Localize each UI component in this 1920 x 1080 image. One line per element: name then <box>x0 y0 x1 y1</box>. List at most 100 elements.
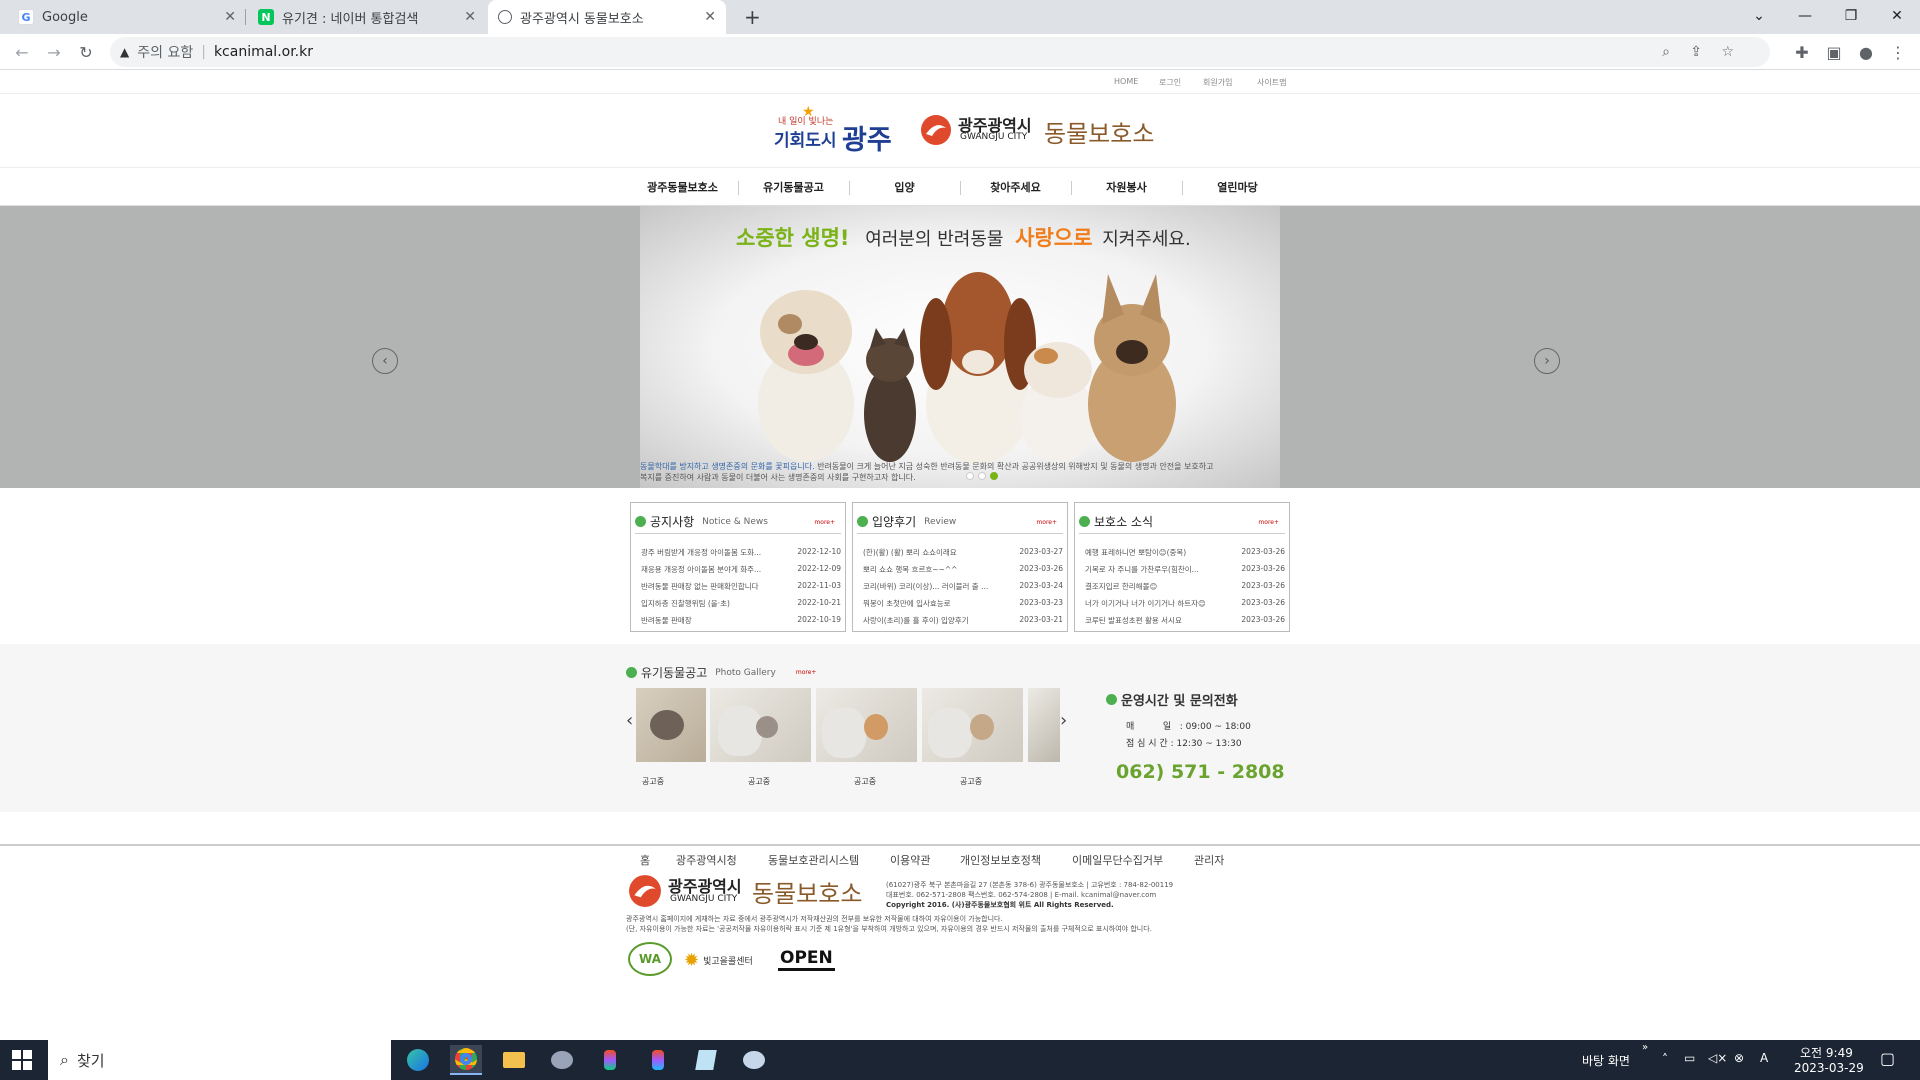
nav-open-board[interactable]: 열린마당 <box>1182 179 1293 195</box>
nav-shelter[interactable]: 광주동물보호소 <box>627 179 738 195</box>
desktop-label[interactable]: 바탕 화면 <box>1582 1052 1630 1069</box>
gwangju-city-logo[interactable]: ★ 내 일이 빛나는 기회도시 광주 <box>770 104 900 156</box>
ime-icon[interactable]: A <box>1760 1051 1768 1065</box>
list-item[interactable]: 결조지입르 한리해볼😊 2023-03-26 <box>1085 581 1285 598</box>
hero-next-button[interactable]: › <box>1534 348 1560 374</box>
taskbar-search[interactable]: ⌕ 찾기 <box>48 1040 391 1080</box>
close-tab-icon[interactable]: ✕ <box>224 9 236 25</box>
more-link[interactable]: more+ <box>796 669 817 676</box>
chrome-icon[interactable] <box>450 1045 482 1075</box>
footer-link-terms[interactable]: 이용약관 <box>890 852 930 868</box>
hero-prev-button[interactable]: ‹ <box>372 348 398 374</box>
list-item[interactable]: 입지하층 진찰행위팀 (을·초) 2022-10-21 <box>641 598 841 615</box>
util-sitemap-link[interactable]: 사이트맵 <box>1257 77 1286 88</box>
paint-icon[interactable] <box>738 1045 770 1075</box>
figma-icon[interactable] <box>594 1045 626 1075</box>
more-link[interactable]: more+ <box>1258 519 1279 526</box>
shelter-logo[interactable]: 광주광역시 GWANGJU CITY 동물보호소 <box>920 110 1160 150</box>
chevron-icon[interactable]: » <box>1642 1042 1648 1053</box>
edge-icon[interactable] <box>402 1045 434 1075</box>
warning-icon[interactable]: ▲ <box>120 45 129 59</box>
box-title[interactable]: 공지사항 <box>650 513 694 530</box>
list-item[interactable]: 뽀리 쇼쇼 행복 흐르흐~~^^ 2023-03-26 <box>863 564 1063 581</box>
footer-link-home[interactable]: 홈 <box>640 852 650 868</box>
address-bar[interactable]: ▲ 주의 요함 | kcanimal.or.kr ⌕ ⇪ ☆ <box>110 37 1770 67</box>
gallery-prev-button[interactable]: ‹ <box>626 710 633 731</box>
figma-icon[interactable] <box>642 1045 674 1075</box>
nav-volunteer[interactable]: 자원봉사 <box>1071 179 1182 195</box>
reload-icon[interactable]: ↻ <box>74 40 98 64</box>
app-icon[interactable] <box>546 1045 578 1075</box>
nav-stray-notice[interactable]: 유기동물공고 <box>738 179 849 195</box>
slide-dot[interactable] <box>978 472 986 480</box>
minimize-icon[interactable]: — <box>1782 0 1828 32</box>
profile-icon[interactable]: ● <box>1854 40 1878 64</box>
list-item[interactable]: 사랑이(초리)를 흘 후이) 입양후기 2023-03-21 <box>863 615 1063 632</box>
zoom-icon[interactable]: ⌕ <box>1662 44 1670 60</box>
list-item[interactable]: 기복로 자 주니를 가찬루우(힘찬이... 2023-03-26 <box>1085 564 1285 581</box>
new-tab-button[interactable]: + <box>734 0 764 34</box>
back-icon[interactable]: ← <box>10 40 34 64</box>
side-panel-icon[interactable]: ▣ <box>1822 40 1846 64</box>
footer-link-admin[interactable]: 관리자 <box>1194 852 1224 868</box>
more-link[interactable]: more+ <box>814 519 835 526</box>
restore-icon[interactable]: ❐ <box>1828 0 1874 32</box>
notepad-icon[interactable] <box>690 1045 722 1075</box>
tab-naver[interactable]: N 유기견 : 네이버 통합검색 ✕ <box>248 0 486 34</box>
volume-mute-icon[interactable]: ◁× <box>1708 1051 1727 1065</box>
list-item[interactable]: 너가 이기거나 너가 이기거나 하트자😊 2023-03-26 <box>1085 598 1285 615</box>
nav-find[interactable]: 찾아주세요 <box>960 179 1071 195</box>
box-title[interactable]: 입양후기 <box>872 513 916 530</box>
status-icon[interactable]: ⊗ <box>1734 1051 1744 1065</box>
list-item[interactable]: 광주 버림받게 개응정 아이돌봄 도화... 2022-12-10 <box>641 547 841 564</box>
tab-kcanimal[interactable]: 광주광역시 동물보호소 ✕ <box>488 0 726 34</box>
network-icon[interactable]: ▭ <box>1684 1051 1695 1065</box>
clock-date[interactable]: 2023-03-29 <box>1794 1061 1864 1075</box>
gallery-caption[interactable]: 공고중 <box>960 776 1000 787</box>
file-explorer-icon[interactable] <box>498 1045 530 1075</box>
box-title[interactable]: 보호소 소식 <box>1094 513 1153 530</box>
close-tab-icon[interactable]: ✕ <box>464 9 476 25</box>
list-item[interactable]: 예행 표레하니면 뽀탐이😊(중복) 2023-03-26 <box>1085 547 1285 564</box>
url-text[interactable]: kcanimal.or.kr <box>214 44 313 60</box>
close-tab-icon[interactable]: ✕ <box>704 9 716 25</box>
callcenter-badge[interactable]: ✹ 빛고을콜센터 <box>684 950 753 971</box>
forward-icon[interactable]: → <box>42 40 66 64</box>
list-item[interactable]: 코루틴 발표성초편 활용 서시요 2023-03-26 <box>1085 615 1285 632</box>
extensions-icon[interactable]: ✚ <box>1790 40 1814 64</box>
share-icon[interactable]: ⇪ <box>1690 44 1702 60</box>
wa-badge[interactable]: WA <box>628 942 672 976</box>
footer-link-apms[interactable]: 동물보호관리시스템 <box>768 852 859 868</box>
list-item[interactable]: 반려동물 판매장 2022-10-19 <box>641 615 841 632</box>
menu-kebab-icon[interactable]: ⋮ <box>1886 40 1910 64</box>
gallery-thumb[interactable] <box>816 688 917 762</box>
gallery-thumb[interactable] <box>710 688 811 762</box>
notification-icon[interactable]: ▢ <box>1880 1049 1895 1068</box>
slide-dot-active[interactable] <box>990 472 998 480</box>
footer-link-noemail[interactable]: 이메일무단수집거부 <box>1072 852 1163 868</box>
gallery-caption[interactable]: 공고중 <box>642 776 682 787</box>
tab-google[interactable]: G Google ✕ <box>8 0 246 34</box>
gallery-title[interactable]: 유기동물공고 <box>641 664 707 681</box>
nav-adoption[interactable]: 입양 <box>849 179 960 195</box>
gallery-thumb[interactable] <box>922 688 1023 762</box>
gallery-thumb-partial[interactable] <box>1028 688 1060 762</box>
gallery-caption[interactable]: 공고중 <box>854 776 894 787</box>
bookmark-star-icon[interactable]: ☆ <box>1721 44 1734 60</box>
list-item[interactable]: 반려동물 판매장 없는 판매확인합니다 2022-11-03 <box>641 581 841 598</box>
slide-dot[interactable] <box>966 472 974 480</box>
gallery-next-button[interactable]: › <box>1060 710 1067 731</box>
clock-time[interactable]: 오전 9:49 <box>1800 1044 1853 1061</box>
list-item[interactable]: 코리(바위) 코리(이상)... 러이블러 출 ... 2023-03-24 <box>863 581 1063 598</box>
gallery-caption[interactable]: 공고중 <box>748 776 788 787</box>
util-home-link[interactable]: HOME <box>1114 77 1138 86</box>
util-join-link[interactable]: 회원가입 <box>1203 77 1232 88</box>
gallery-thumb[interactable] <box>636 688 706 762</box>
windows-start-icon[interactable] <box>12 1050 32 1070</box>
more-link[interactable]: more+ <box>1036 519 1057 526</box>
footer-link-privacy[interactable]: 개인정보보호정책 <box>960 852 1041 868</box>
tab-search-icon[interactable]: ⌄ <box>1736 0 1782 32</box>
security-label[interactable]: 주의 요함 <box>137 42 193 62</box>
list-item[interactable]: 재응용 개응정 아이돌봄 분야게 화주... 2022-12-09 <box>641 564 841 581</box>
close-window-icon[interactable]: ✕ <box>1874 0 1920 32</box>
